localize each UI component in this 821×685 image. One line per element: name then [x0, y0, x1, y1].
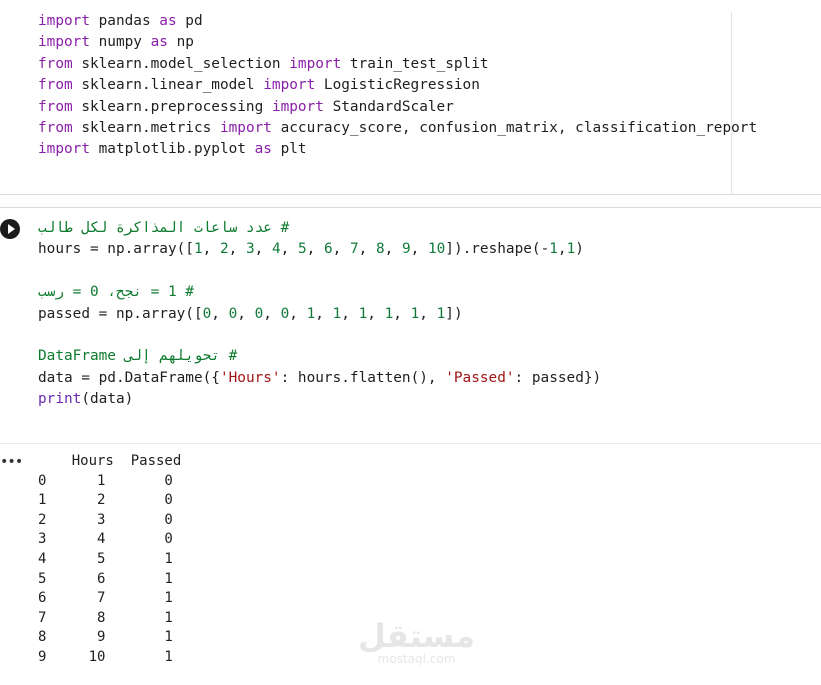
- watermark-arabic: مستقل: [358, 617, 476, 655]
- output-header: Hours Passed: [38, 453, 182, 469]
- output-row: 4 5 1: [38, 550, 173, 567]
- output-row: 8 9 1: [38, 629, 173, 646]
- watermark-logo: مستقل mostaql.com: [358, 620, 475, 666]
- cell-output: Hours Passed 0 1 0 1 2 0 2 3 0 3 4 0 4 5 1 5 6…: [0, 0, 821, 685]
- output-row: 5 6 1: [38, 570, 173, 587]
- output-row: 6 7 1: [38, 590, 173, 607]
- output-row: 0 1 0: [38, 472, 173, 489]
- output-row: 7 8 1: [38, 609, 173, 626]
- output-row: 9 10 1: [38, 648, 173, 665]
- output-row: 1 2 0: [38, 492, 173, 509]
- output-row: 2 3 0: [38, 511, 173, 528]
- output-row: 3 4 0: [38, 531, 173, 548]
